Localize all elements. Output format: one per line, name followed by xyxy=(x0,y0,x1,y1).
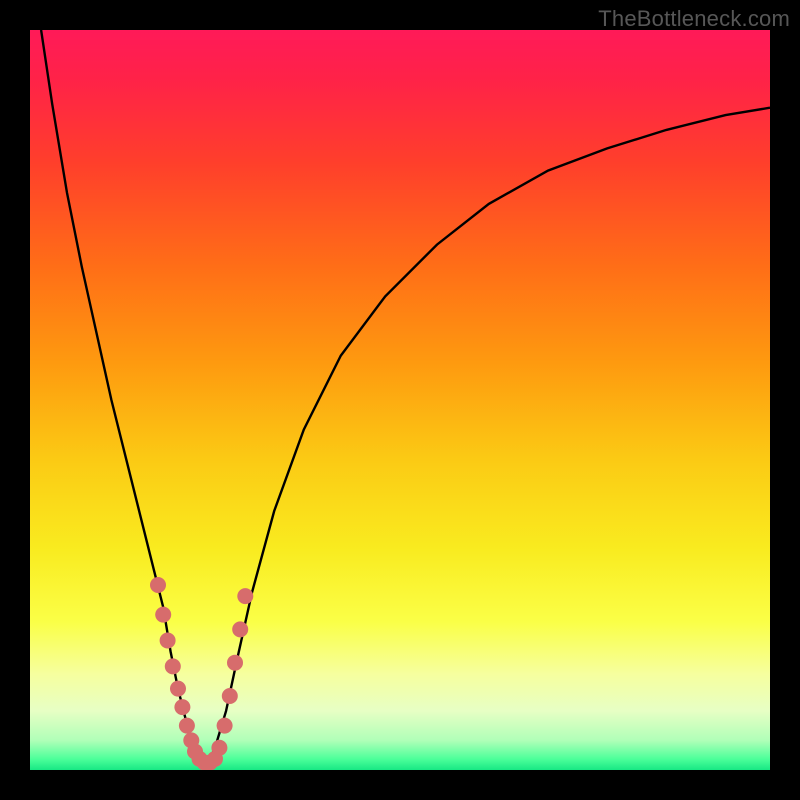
dot xyxy=(227,655,243,671)
plot-area xyxy=(30,30,770,770)
dot xyxy=(179,718,195,734)
dot xyxy=(232,621,248,637)
dot xyxy=(150,577,166,593)
gradient-rect xyxy=(30,30,770,770)
dot xyxy=(155,607,171,623)
watermark-text: TheBottleneck.com xyxy=(598,6,790,32)
dot xyxy=(222,688,238,704)
dot xyxy=(237,588,253,604)
dot xyxy=(174,699,190,715)
chart-svg xyxy=(30,30,770,770)
dot xyxy=(160,633,176,649)
dot xyxy=(217,718,233,734)
dot xyxy=(211,740,227,756)
dot xyxy=(165,658,181,674)
chart-frame: TheBottleneck.com xyxy=(0,0,800,800)
dot xyxy=(170,681,186,697)
